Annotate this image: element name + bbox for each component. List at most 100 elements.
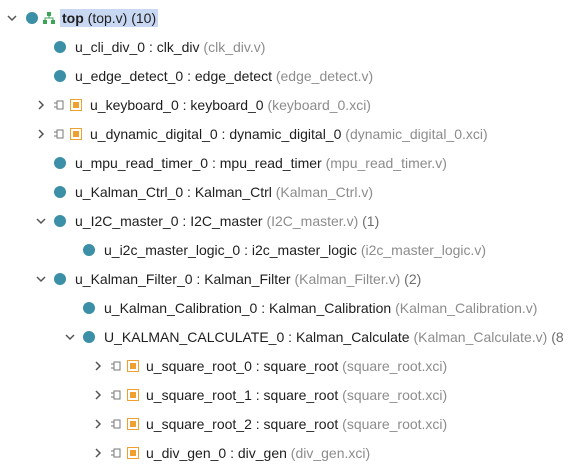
chevron-down-icon[interactable] bbox=[64, 331, 76, 343]
chevron-down-icon[interactable] bbox=[6, 12, 18, 24]
tree-row-keyboard[interactable]: u_keyboard_0 : keyboard_0 (keyboard_0.xc… bbox=[0, 91, 575, 120]
chevron-down-icon[interactable] bbox=[35, 273, 47, 285]
instance-name: u_div_gen_0 bbox=[146, 445, 227, 461]
module-name: I2C_master bbox=[190, 213, 263, 229]
module-name: Kalman_Calibration bbox=[269, 300, 392, 316]
instance-name: U_KALMAN_CALCULATE_0 bbox=[104, 329, 285, 345]
module-dot-icon bbox=[54, 215, 66, 227]
ip-core-icon bbox=[70, 99, 82, 111]
tree-row-mpu-read-timer[interactable]: u_mpu_read_timer_0 : mpu_read_timer (mpu… bbox=[0, 149, 575, 178]
module-dot-icon bbox=[54, 273, 66, 285]
tree-row-kalman-calibration[interactable]: u_Kalman_Calibration_0 : Kalman_Calibrat… bbox=[0, 294, 575, 323]
connector-icon bbox=[110, 418, 122, 430]
row-label[interactable]: u_mpu_read_timer_0 : mpu_read_timer (mpu… bbox=[75, 154, 447, 172]
module-dot-icon bbox=[26, 12, 38, 24]
row-label[interactable]: u_Kalman_Calibration_0 : Kalman_Calibrat… bbox=[104, 299, 537, 317]
connector-icon bbox=[110, 360, 122, 372]
connector-icon bbox=[53, 128, 65, 140]
separator: : bbox=[178, 97, 191, 113]
module-dot-icon bbox=[83, 302, 95, 314]
row-label[interactable]: u_square_root_1 : square_root (square_ro… bbox=[146, 386, 447, 404]
chevron-right-icon[interactable] bbox=[35, 128, 47, 140]
row-label[interactable]: u_div_gen_0 : div_gen (div_gen.xci) bbox=[146, 444, 370, 462]
row-label[interactable]: u_I2C_master_0 : I2C_master (I2C_master.… bbox=[75, 212, 379, 230]
connector-icon bbox=[53, 99, 65, 111]
tree-row-dynamic-digital[interactable]: u_dynamic_digital_0 : dynamic_digital_0 … bbox=[0, 120, 575, 149]
row-label[interactable]: u_dynamic_digital_0 : dynamic_digital_0 … bbox=[90, 125, 488, 143]
instance-name: u_I2C_master_0 bbox=[75, 213, 179, 229]
chevron-right-icon[interactable] bbox=[92, 418, 104, 430]
connector-icon bbox=[110, 389, 122, 401]
row-label[interactable]: u_i2c_master_logic_0 : i2c_master_logic … bbox=[104, 241, 486, 259]
module-dot-icon bbox=[54, 41, 66, 53]
top-module-label[interactable]: top (top.v) (10) bbox=[60, 9, 159, 27]
module-name: div_gen bbox=[237, 445, 287, 461]
tree-row-i2c-master-logic[interactable]: u_i2c_master_logic_0 : i2c_master_logic … bbox=[0, 236, 575, 265]
ip-core-icon bbox=[70, 128, 82, 140]
module-name: square_root bbox=[263, 358, 339, 374]
chevron-right-icon[interactable] bbox=[92, 447, 104, 459]
file-name: (square_root.xci) bbox=[342, 387, 448, 403]
module-name: Kalman_Filter bbox=[204, 271, 291, 287]
top-count: (10) bbox=[131, 10, 157, 26]
file-name: (i2c_master_logic.v) bbox=[360, 242, 487, 258]
separator: : bbox=[217, 126, 230, 142]
tree-row-kalman-filter[interactable]: u_Kalman_Filter_0 : Kalman_Filter (Kalma… bbox=[0, 265, 575, 294]
hierarchy-tree: top (top.v) (10) u_cli_div_0 : clk_div (… bbox=[0, 0, 575, 465]
file-name: (dynamic_digital_0.xci) bbox=[345, 126, 488, 142]
row-label[interactable]: U_KALMAN_CALCULATE_0 : Kalman_Calculate … bbox=[104, 328, 564, 346]
row-label[interactable]: u_square_root_2 : square_root (square_ro… bbox=[146, 415, 447, 433]
instance-name: u_edge_detect_0 bbox=[75, 68, 184, 84]
tree-row-kalman-ctrl[interactable]: u_Kalman_Ctrl_0 : Kalman_Ctrl (Kalman_Ct… bbox=[0, 178, 575, 207]
module-name: clk_div bbox=[156, 39, 200, 55]
file-name: (Kalman_Ctrl.v) bbox=[275, 184, 374, 200]
row-label[interactable]: u_cli_div_0 : clk_div (clk_div.v) bbox=[75, 38, 265, 56]
row-label[interactable]: u_Kalman_Ctrl_0 : Kalman_Ctrl (Kalman_Ct… bbox=[75, 183, 373, 201]
child-count: (1) bbox=[362, 213, 380, 229]
separator: : bbox=[178, 213, 191, 229]
separator: : bbox=[251, 358, 264, 374]
instance-name: u_i2c_master_logic_0 bbox=[104, 242, 241, 258]
tree-row-i2c-master[interactable]: u_I2C_master_0 : I2C_master (I2C_master.… bbox=[0, 207, 575, 236]
tree-row-edge-detect[interactable]: u_edge_detect_0 : edge_detect (edge_dete… bbox=[0, 62, 575, 91]
row-label[interactable]: u_edge_detect_0 : edge_detect (edge_dete… bbox=[75, 67, 373, 85]
module-dot-icon bbox=[54, 70, 66, 82]
instance-name: u_square_root_2 bbox=[146, 416, 252, 432]
file-name: (square_root.xci) bbox=[342, 416, 448, 432]
separator: : bbox=[208, 155, 220, 171]
tree-row-square-root-0[interactable]: u_square_root_0 : square_root (square_ro… bbox=[0, 352, 575, 381]
tree-row-clk-div[interactable]: u_cli_div_0 : clk_div (clk_div.v) bbox=[0, 33, 575, 62]
file-name: (square_root.xci) bbox=[342, 358, 448, 374]
row-label[interactable]: u_Kalman_Filter_0 : Kalman_Filter (Kalma… bbox=[75, 270, 421, 288]
hierarchy-icon bbox=[42, 11, 56, 25]
module-name: edge_detect bbox=[194, 68, 272, 84]
chevron-down-icon[interactable] bbox=[35, 215, 47, 227]
module-name: dynamic_digital_0 bbox=[229, 126, 342, 142]
separator: : bbox=[183, 184, 195, 200]
file-name: (edge_detect.v) bbox=[275, 68, 374, 84]
row-label[interactable]: u_keyboard_0 : keyboard_0 (keyboard_0.xc… bbox=[90, 96, 371, 114]
chevron-right-icon[interactable] bbox=[92, 389, 104, 401]
tree-row-div-gen[interactable]: u_div_gen_0 : div_gen (div_gen.xci) bbox=[0, 439, 575, 465]
separator: : bbox=[145, 39, 157, 55]
tree-row-top[interactable]: top (top.v) (10) bbox=[0, 4, 575, 33]
module-dot-icon bbox=[83, 244, 95, 256]
chevron-right-icon[interactable] bbox=[92, 360, 104, 372]
top-name: top bbox=[62, 10, 84, 26]
instance-name: u_mpu_read_timer_0 bbox=[75, 155, 209, 171]
module-name: square_root bbox=[263, 387, 339, 403]
tree-row-kalman-calculate[interactable]: U_KALMAN_CALCULATE_0 : Kalman_Calculate … bbox=[0, 323, 575, 352]
chevron-right-icon[interactable] bbox=[35, 99, 47, 111]
module-name: i2c_master_logic bbox=[251, 242, 357, 258]
file-name: (clk_div.v) bbox=[203, 39, 266, 55]
separator: : bbox=[251, 416, 264, 432]
separator: : bbox=[192, 271, 205, 287]
module-name: Kalman_Ctrl bbox=[194, 184, 272, 200]
file-name: (I2C_master.v) bbox=[266, 213, 359, 229]
row-label[interactable]: u_square_root_0 : square_root (square_ro… bbox=[146, 357, 447, 375]
tree-row-square-root-1[interactable]: u_square_root_1 : square_root (square_ro… bbox=[0, 381, 575, 410]
tree-row-square-root-2[interactable]: u_square_root_2 : square_root (square_ro… bbox=[0, 410, 575, 439]
module-name: square_root bbox=[263, 416, 339, 432]
separator: : bbox=[284, 329, 296, 345]
file-name: (Kalman_Calculate.v) bbox=[413, 329, 548, 345]
